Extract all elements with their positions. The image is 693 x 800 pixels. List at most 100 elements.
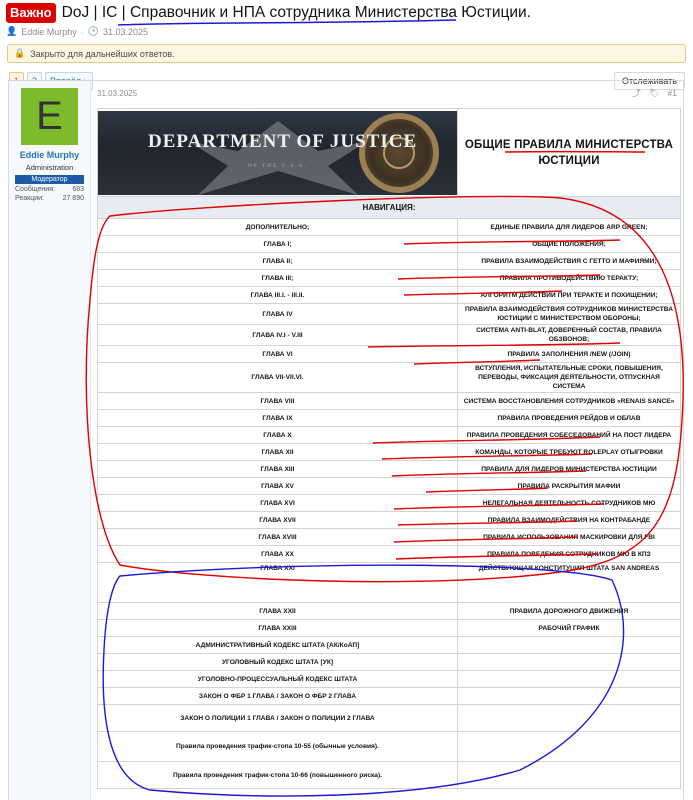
post-date[interactable]: 31.03.2025 [97, 89, 137, 98]
doc-row-chapter[interactable]: ГЛАВА XV [97, 477, 458, 495]
doc-row-chapter[interactable]: ГЛАВА II; [97, 252, 458, 270]
thread-meta: 👤 Eddie Murphy · 🕒 31.03.2025 [6, 26, 685, 37]
doc-row-chapter[interactable]: ГЛАВА XVII [97, 511, 458, 529]
doc-row: УГОЛОВНО-ПРОЦЕССУАЛЬНЫЙ КОДЕКС ШТАТА [97, 670, 681, 688]
doc-row: УГОЛОВНЫЙ КОДЕКС ШТАТА [УК] [97, 653, 681, 671]
username[interactable]: Eddie Murphy [15, 150, 84, 160]
doc-row-title[interactable]: ПРАВИЛА ДОРОЖНОГО ДВИЖЕНИЯ [457, 602, 681, 620]
eagle-icon [188, 120, 368, 195]
user-title: Administration [25, 163, 74, 172]
doc-row-title [457, 687, 681, 705]
stat-reactions: Реакции: 27 890 [15, 195, 84, 202]
doc-row-title[interactable]: НЕЛЕГАЛЬНАЯ ДЕЯТЕЛЬНОСТЬ СОТРУДНИКОВ МЮ [457, 494, 681, 512]
doc-row-title[interactable]: ПРАВИЛА ВЗАИМОДЕЙСТВИЯ СОТРУДНИКОВ МИНИС… [457, 303, 681, 325]
stat-reactions-value[interactable]: 27 890 [63, 195, 84, 202]
doc-row-title[interactable]: КОМАНДЫ, КОТОРЫЕ ТРЕБУЮТ ROLEPLAY ОТЫГРО… [457, 443, 681, 461]
doc-row-chapter[interactable]: ГЛАВА III.I. - III.II. [97, 286, 458, 304]
doc-row-title[interactable]: ПРАВИЛА ПОВЕДЕНИЯ СОТРУДНИКОВ МЮ В КПЗ [457, 545, 681, 563]
doc-row-chapter[interactable]: УГОЛОВНО-ПРОЦЕССУАЛЬНЫЙ КОДЕКС ШТАТА [97, 670, 458, 688]
doc-row-title[interactable]: ПРАВИЛА ВЗАИМОДЕЙСТВИЯ С ГЕТТО И МАФИЯМИ… [457, 252, 681, 270]
role-badge: Модератор [15, 175, 84, 184]
doc-row-chapter[interactable]: ГЛАВА VIII [97, 392, 458, 410]
doc-row-chapter[interactable]: ГЛАВА XX [97, 545, 458, 563]
doc-row-chapter[interactable]: Правила проведения трафик-стопа 10-66 (п… [97, 761, 458, 789]
doc-row-chapter[interactable]: ГЛАВА VII-VII.VI. [97, 362, 458, 393]
doc-row: ГЛАВА VII-VII.VI. ВСТУПЛЕНИЯ, ИСПЫТАТЕЛЬН… [97, 362, 681, 393]
post-body: 31.03.2025 ⤴ 🏷 #1 DEPARTMENT OF JUSTICE … [91, 81, 683, 800]
doc-row-title[interactable]: ЕДИНЫЕ ПРАВИЛА ДЛЯ ЛИДЕРОВ ARP GREEN; [457, 218, 681, 236]
doc-row-title[interactable]: ПРАВИЛА ПРОВЕДЕНИЯ СОБЕСЕДОВАНИЙ НА ПОСТ… [457, 426, 681, 444]
doc-row: ГЛАВА XVI НЕЛЕГАЛЬНАЯ ДЕЯТЕЛЬНОСТЬ СОТРУД… [97, 494, 681, 512]
doc-row: ГЛАВА II; ПРАВИЛА ВЗАИМОДЕЙСТВИЯ С ГЕТТО … [97, 252, 681, 270]
doc-row: ГЛАВА VIII СИСТЕМА ВОССТАНОВЛЕНИЯ СОТРУДН… [97, 392, 681, 410]
doc-row-chapter[interactable]: ЗАКОН О ФБР 1 ГЛАВА / ЗАКОН О ФБР 2 ГЛАВ… [97, 687, 458, 705]
doc-row-title [457, 704, 681, 732]
doc-row-title[interactable]: ПРАВИЛА ВЗАИМОДЕЙСТВИЯ НА КОНТРАБАНДЕ [457, 511, 681, 529]
doc-row-title [457, 636, 681, 654]
doc-row-title[interactable]: ДЕЙСТВУЮЩАЯ КОНСТИТУЦИЯ ШТАТА SAN ANDREA… [457, 562, 681, 603]
doc-row-chapter[interactable]: ГЛАВА X [97, 426, 458, 444]
doc-row-title[interactable]: СИСТЕМА ANTI-BLAT, ДОВЕРЕННЫЙ СОСТАВ, ПР… [457, 324, 681, 346]
doc-row-title[interactable]: ПРАВИЛА ДЛЯ ЛИДЕРОВ МИНИСТЕРСТВА ЮСТИЦИИ [457, 460, 681, 478]
doc-row-chapter[interactable]: ГЛАВА XVIII [97, 528, 458, 546]
banner-cell: DEPARTMENT OF JUSTICE OF THE U.S.A. [97, 108, 458, 197]
doc-row-chapter[interactable]: АДМИНИСТРАТИВНЫЙ КОДЕКС ШТАТА [АК/КоАП] [97, 636, 458, 654]
doc-row-title[interactable]: ПРАВИЛА ПРОТИВОДЕЙСТВИЮ ТЕРАКТУ; [457, 269, 681, 287]
bookmark-icon[interactable]: 🏷 [649, 88, 660, 99]
doc-row-chapter[interactable]: ГЛАВА XXIII [97, 619, 458, 637]
title-row: Важно DoJ | IC | Справочник и НПА сотруд… [6, 2, 685, 24]
doc-row-chapter[interactable]: ГЛАВА XIII [97, 460, 458, 478]
doc-row-title[interactable]: ПРАВИЛА ПРОВЕДЕНИЯ РЕЙДОВ И ОБЛАВ [457, 409, 681, 427]
doc-row-title [457, 653, 681, 671]
doc-row-title [457, 761, 681, 789]
doc-row-chapter[interactable]: ГЛАВА IX [97, 409, 458, 427]
doc-row-title[interactable]: АЛГОРИТМ ДЕЙСТВИЙ ПРИ ТЕРАКТЕ И ПОХИЩЕНИ… [457, 286, 681, 304]
doc-row-chapter[interactable]: ГЛАВА III; [97, 269, 458, 287]
doc-row-chapter[interactable]: ГЛАВА XXI [97, 562, 458, 603]
doc-row-title[interactable]: ОБЩИЕ ПОЛОЖЕНИЯ; [457, 235, 681, 253]
doc-row-title[interactable]: ПРАВИЛА ЗАПОЛНЕНИЯ /NEW (/JOIN) [457, 345, 681, 363]
doc-row: ГЛАВА XXIII РАБОЧИЙ ГРАФИК [97, 619, 681, 637]
doc-row: ГЛАВА XX ПРАВИЛА ПОВЕДЕНИЯ СОТРУДНИКОВ МЮ… [97, 545, 681, 563]
post-number[interactable]: #1 [668, 88, 677, 98]
banner-subtitle: OF THE U.S.A. [248, 163, 308, 169]
doc-row-chapter[interactable]: ГЛАВА IV [97, 303, 458, 325]
doc-row-chapter[interactable]: ГЛАВА XVI [97, 494, 458, 512]
thread-date[interactable]: 31.03.2025 [103, 27, 148, 37]
doc-row: ГЛАВА VI ПРАВИЛА ЗАПОЛНЕНИЯ /NEW (/JOIN) [97, 345, 681, 363]
doc-row: ГЛАВА IV.I - V.III СИСТЕМА ANTI-BLAT, ДОВ… [97, 324, 681, 346]
doc-row-chapter[interactable]: ГЛАВА VI [97, 345, 458, 363]
doc-row-chapter[interactable]: Правила проведения трафик-стопа 10-55 (о… [97, 731, 458, 762]
doc-row-chapter[interactable]: ГЛАВА IV.I - V.III [97, 324, 458, 346]
doc-row-chapter[interactable]: ГЛАВА XXII [97, 602, 458, 620]
doc-row: ГЛАВА XV ПРАВИЛА РАСКРЫТИЯ МАФИИ [97, 477, 681, 495]
share-icon[interactable]: ⤴ [632, 87, 641, 99]
doc-row-chapter[interactable]: УГОЛОВНЫЙ КОДЕКС ШТАТА [УК] [97, 653, 458, 671]
doc-row-chapter[interactable]: ГЛАВА XII [97, 443, 458, 461]
doc-row: ГЛАВА XVIII ПРАВИЛА ИСПОЛЬЗОВАНИЯ МАСКИРО… [97, 528, 681, 546]
doc-row: ГЛАВА XXII ПРАВИЛА ДОРОЖНОГО ДВИЖЕНИЯ [97, 602, 681, 620]
doc-heading: ОБЩИЕ ПРАВИЛА МИНИСТЕРСТВА ЮСТИЦИИ [457, 108, 681, 197]
prefix-badge[interactable]: Важно [6, 3, 56, 23]
doc-row: ГЛАВА X ПРАВИЛА ПРОВЕДЕНИЯ СОБЕСЕДОВАНИЙ … [97, 426, 681, 444]
thread-author[interactable]: Eddie Murphy [21, 27, 77, 37]
doc-row: ГЛАВА IX ПРАВИЛА ПРОВЕДЕНИЯ РЕЙДОВ И ОБЛА… [97, 409, 681, 427]
stat-messages-value[interactable]: 683 [72, 186, 84, 193]
banner-row: DEPARTMENT OF JUSTICE OF THE U.S.A. ОБЩИ… [97, 108, 681, 197]
doc-row-title[interactable]: ВСТУПЛЕНИЯ, ИСПЫТАТЕЛЬНЫЕ СРОКИ, ПОВЫШЕН… [457, 362, 681, 393]
post-meta: 31.03.2025 ⤴ 🏷 #1 [91, 81, 683, 105]
avatar[interactable]: E [21, 88, 78, 145]
post-actions: ⤴ 🏷 #1 [632, 87, 677, 99]
doc-row: ДОПОЛНИТЕЛЬНО; ЕДИНЫЕ ПРАВИЛА ДЛЯ ЛИДЕРОВ… [97, 218, 681, 236]
doc-row-chapter[interactable]: ДОПОЛНИТЕЛЬНО; [97, 218, 458, 236]
doc-table: DEPARTMENT OF JUSTICE OF THE U.S.A. ОБЩИ… [97, 108, 681, 789]
doc-row-title[interactable]: РАБОЧИЙ ГРАФИК [457, 619, 681, 637]
doc-row-chapter[interactable]: ЗАКОН О ПОЛИЦИИ 1 ГЛАВА / ЗАКОН О ПОЛИЦИ… [97, 704, 458, 732]
thread-title: DoJ | IC | Справочник и НПА сотрудника М… [61, 4, 531, 21]
doc-row-title[interactable]: СИСТЕМА ВОССТАНОВЛЕНИЯ СОТРУДНИКОВ «RENA… [457, 392, 681, 410]
user-info: E Eddie Murphy Administration Модератор … [9, 81, 91, 800]
doc-row-chapter[interactable]: ГЛАВА I; [97, 235, 458, 253]
thread-header: Важно DoJ | IC | Справочник и НПА сотруд… [0, 0, 693, 44]
doc-row-title[interactable]: ПРАВИЛА ИСПОЛЬЗОВАНИЯ МАСКИРОВКИ ДЛЯ FBI [457, 528, 681, 546]
doc-row-title[interactable]: ПРАВИЛА РАСКРЫТИЯ МАФИИ [457, 477, 681, 495]
